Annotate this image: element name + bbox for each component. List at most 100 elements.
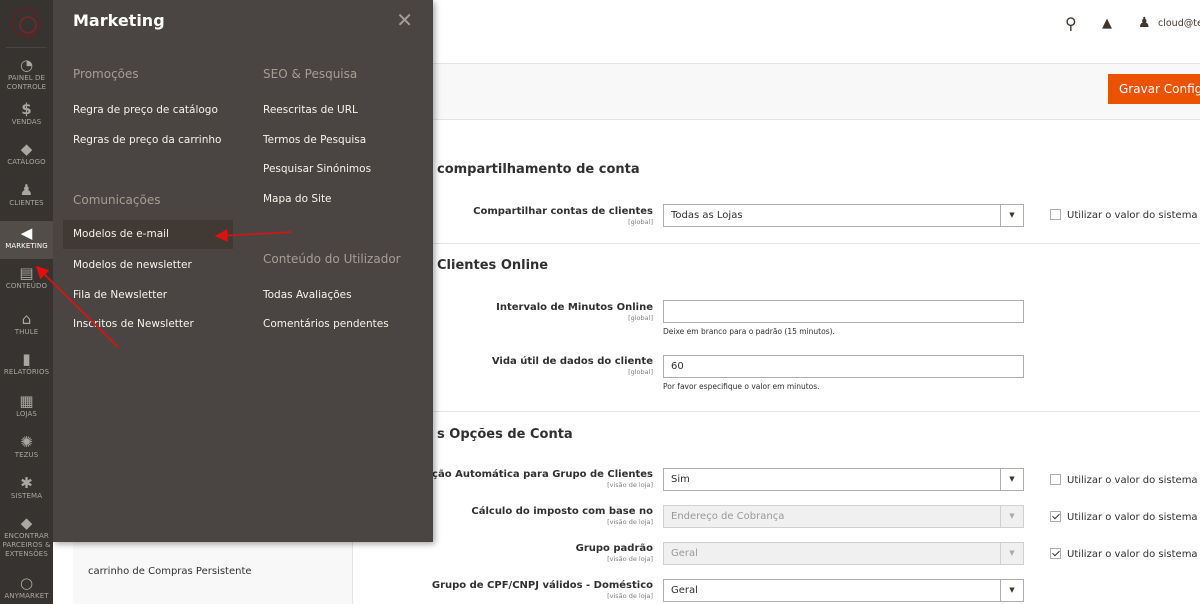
checkbox[interactable] xyxy=(1050,474,1061,485)
nav-label: ENCONTRAR PARCEIROS & EXTENSÕES xyxy=(2,532,51,558)
config-tabs-panel: carrinho de Compras Persistente xyxy=(73,542,353,604)
default-group-select[interactable]: Geral ▼ xyxy=(663,542,1024,565)
marketing-flyout-menu: Marketing ✕ Promoções Regra de preço de … xyxy=(53,0,433,542)
select-value: Endereço de Cobrança xyxy=(671,511,785,522)
flyout-title: Marketing xyxy=(73,11,165,30)
config-tab-persistent-cart[interactable]: carrinho de Compras Persistente xyxy=(88,566,252,577)
menu-link-pending-reviews[interactable]: Comentários pendentes xyxy=(263,318,389,330)
nav-label: RELATÓRIOS xyxy=(3,368,50,376)
share-accounts-select[interactable]: Todas as Lojas ▼ xyxy=(663,204,1024,227)
nav-item-extensions[interactable]: ◆ ENCONTRAR PARCEIROS & EXTENSÕES xyxy=(0,515,53,563)
menu-link-all-reviews[interactable]: Todas Avaliações xyxy=(263,289,352,301)
nav-label: CONTEÚDO xyxy=(5,282,48,290)
checkbox-checked[interactable] xyxy=(1050,548,1061,559)
field-note: Por favor especifique o valor em minutos… xyxy=(663,382,820,391)
nav-label: MARKETING xyxy=(5,242,48,250)
use-system-value-tax-calc[interactable]: Utilizar o valor do sistema xyxy=(1050,511,1198,523)
nav-item-dashboard[interactable]: ◔ PAINEL DE CONTROLE xyxy=(0,57,53,93)
store-icon: ▦ xyxy=(19,392,34,410)
nav-item-customers[interactable]: ♟ CLIENTES xyxy=(0,182,53,212)
menu-link-url-rewrites[interactable]: Reescritas de URL xyxy=(263,104,358,116)
group-heading-seo-search: SEO & Pesquisa xyxy=(263,67,358,81)
select-value: Sim xyxy=(671,474,690,485)
menu-link-newsletter-queue[interactable]: Fila de Newsletter xyxy=(73,289,167,301)
user-account-name[interactable]: cloud@tezu xyxy=(1158,18,1200,29)
nav-item-stores[interactable]: ▦ LOJAS xyxy=(0,393,53,423)
save-config-button[interactable]: Gravar Configu xyxy=(1108,74,1200,104)
nav-label: ANYMARKET xyxy=(4,592,49,600)
nav-label: LOJAS xyxy=(16,410,37,418)
menu-link-email-templates[interactable]: Modelos de e-mail xyxy=(63,220,233,249)
admin-sidebar: ◔ PAINEL DE CONTROLE $ VENDAS ◆ CATÁLOGO… xyxy=(0,0,53,604)
menu-link-newsletter-subscribers[interactable]: Inscritos de Newsletter xyxy=(73,318,194,330)
dashboard-icon: ◔ xyxy=(19,56,34,74)
nav-label: PAINEL DE CONTROLE xyxy=(6,74,47,91)
select-value: Geral xyxy=(671,585,698,596)
nav-label: SISTEMA xyxy=(10,492,43,500)
dollar-icon: $ xyxy=(21,100,32,118)
nav-item-catalog[interactable]: ◆ CATÁLOGO xyxy=(0,141,53,171)
checkbox-label: Utilizar o valor do sistema xyxy=(1067,549,1198,560)
field-label: Intervalo de Minutos Online xyxy=(496,302,653,313)
menu-link-search-synonyms[interactable]: Pesquisar Sinónimos xyxy=(263,163,371,175)
menu-link-search-terms[interactable]: Termos de Pesquisa xyxy=(263,134,366,146)
nav-item-sales[interactable]: $ VENDAS xyxy=(0,101,53,131)
tax-calculation-based-on-select[interactable]: Endereço de Cobrança ▼ xyxy=(663,505,1024,528)
customer-data-lifetime-input[interactable]: 60 xyxy=(663,355,1024,378)
use-system-value-auto-group[interactable]: Utilizar o valor do sistema xyxy=(1050,474,1198,486)
field-label: Grupo padrão xyxy=(575,543,653,554)
menu-link-catalog-price-rule[interactable]: Regra de preço de catálogo xyxy=(73,104,218,116)
cpf-cnpj-domestic-group-select[interactable]: Geral ▼ xyxy=(663,579,1024,602)
field-scope: [global] xyxy=(628,314,653,322)
nav-item-system[interactable]: ✱ SISTEMA xyxy=(0,475,53,505)
nav-item-tezus[interactable]: ✺ TEZUS xyxy=(0,434,53,464)
extensions-icon: ◆ xyxy=(20,514,33,532)
content-icon: ▤ xyxy=(19,264,34,282)
use-system-value-default-group[interactable]: Utilizar o valor do sistema xyxy=(1050,548,1198,560)
online-minutes-interval-input[interactable] xyxy=(663,300,1024,323)
tezus-logo-icon[interactable] xyxy=(11,8,41,38)
nav-item-content[interactable]: ▤ CONTEÚDO xyxy=(0,265,53,295)
menu-link-newsletter-templates[interactable]: Modelos de newsletter xyxy=(73,259,192,271)
group-heading-promotions: Promoções xyxy=(73,67,139,81)
nav-item-marketing[interactable]: ◀ MARKETING xyxy=(0,221,53,259)
section-title-online-customers[interactable]: Clientes Online xyxy=(437,258,548,273)
nav-label: TEZUS xyxy=(14,451,39,459)
anymarket-icon: ○ xyxy=(19,574,34,592)
field-scope: [visão de loja] xyxy=(607,481,653,489)
section-title-account-sharing[interactable]: compartilhamento de conta xyxy=(437,162,640,177)
close-icon[interactable]: ✕ xyxy=(396,10,413,30)
checkbox[interactable] xyxy=(1050,209,1061,220)
nav-item-thule[interactable]: ⌂ THULE xyxy=(0,311,53,341)
checkbox-label: Utilizar o valor do sistema xyxy=(1067,475,1198,486)
nav-item-anymarket[interactable]: ○ ANYMARKET xyxy=(0,575,53,604)
thule-icon: ⌂ xyxy=(21,310,32,328)
logo-divider xyxy=(6,47,47,48)
chevron-down-icon: ▼ xyxy=(1000,469,1023,490)
field-scope: [global] xyxy=(628,218,653,226)
nav-label: THULE xyxy=(14,328,39,336)
checkbox-checked[interactable] xyxy=(1050,511,1061,522)
search-icon[interactable]: ⚲ xyxy=(1065,14,1077,33)
section-title-account-options[interactable]: s Opções de Conta xyxy=(437,427,573,442)
field-scope: [visão de loja] xyxy=(607,518,653,526)
auto-group-assign-select[interactable]: Sim ▼ xyxy=(663,468,1024,491)
chevron-down-icon: ▼ xyxy=(1000,580,1023,601)
field-note: Deixe em branco para o padrão (15 minuto… xyxy=(663,327,835,336)
user-icon[interactable]: ♟ xyxy=(1138,15,1151,31)
menu-link-cart-price-rules[interactable]: Regras de preço da carrinho xyxy=(73,134,221,146)
checkbox-label: Utilizar o valor do sistema xyxy=(1067,210,1198,221)
chevron-down-icon: ▼ xyxy=(1000,205,1023,226)
notification-bell-icon[interactable]: ▲ xyxy=(1102,16,1112,31)
section-divider xyxy=(433,243,1200,244)
field-label: Vida útil de dados do cliente xyxy=(491,356,653,367)
person-icon: ♟ xyxy=(19,181,34,199)
menu-link-site-map[interactable]: Mapa do Site xyxy=(263,193,332,205)
field-scope: [visão de loja] xyxy=(607,555,653,563)
field-label: Cálculo do imposto com base no xyxy=(471,506,653,517)
field-label: Grupo de CPF/CNPJ válidos - Doméstico xyxy=(431,580,653,591)
bar-chart-icon: ▮ xyxy=(22,350,31,368)
nav-item-reports[interactable]: ▮ RELATÓRIOS xyxy=(0,351,53,381)
use-system-value-share[interactable]: Utilizar o valor do sistema xyxy=(1050,209,1198,221)
tezus-icon: ✺ xyxy=(20,433,33,451)
